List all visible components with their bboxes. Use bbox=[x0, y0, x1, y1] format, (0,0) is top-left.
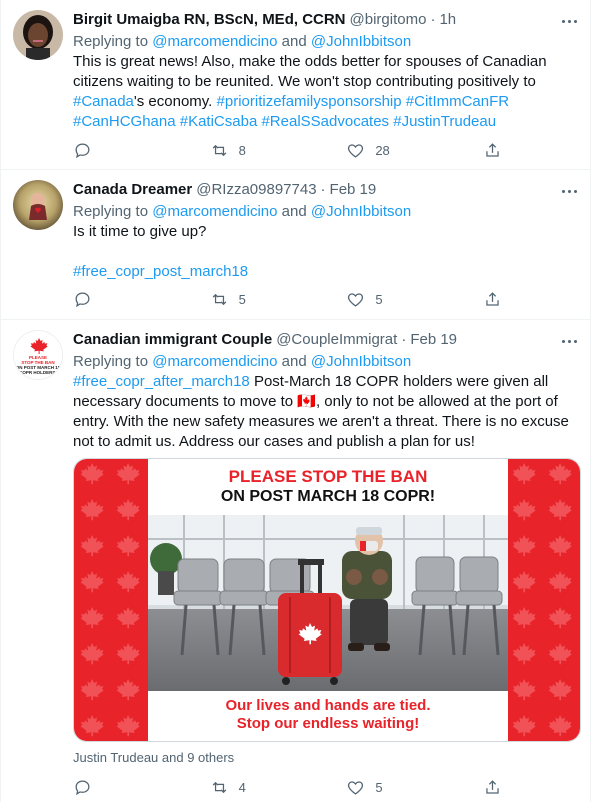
avatar[interactable] bbox=[13, 180, 63, 230]
replying-to: Replying to @marcomendicino and @JohnIbb… bbox=[73, 352, 580, 372]
tweet[interactable]: PLEASE STOP THE BAN ON POST MARCH 18 COP… bbox=[1, 320, 591, 802]
like-count: 5 bbox=[375, 291, 383, 307]
hashtag-link[interactable]: #CanHCGhana bbox=[73, 113, 176, 130]
share-icon bbox=[486, 779, 499, 794]
author-handle[interactable]: @birgitomo bbox=[350, 10, 427, 30]
author-name[interactable]: Canadian immigrant Couple bbox=[73, 330, 272, 350]
reply-button[interactable] bbox=[73, 290, 153, 309]
hashtag-link[interactable]: #KatiCsaba bbox=[180, 113, 258, 130]
retweet-button[interactable]: 5 bbox=[210, 290, 290, 309]
tweet[interactable]: Birgit Umaigba RN, BScN, MEd, CCRN @birg… bbox=[1, 0, 591, 170]
like-button[interactable]: 5 bbox=[346, 778, 426, 797]
share-button[interactable] bbox=[483, 290, 503, 309]
like-count: 5 bbox=[375, 779, 383, 795]
tweet-text: Is it time to give up? bbox=[73, 223, 207, 240]
retweet-count: 5 bbox=[238, 291, 246, 307]
separator-dot: · bbox=[401, 331, 407, 348]
hashtag-link[interactable]: #JustinTrudeau bbox=[393, 113, 496, 130]
canada-flag-emoji: 🇨🇦 bbox=[297, 393, 316, 410]
timestamp[interactable]: 1h bbox=[439, 10, 456, 30]
tweet-text-hashtag-line: #free_copr_post_march18 bbox=[73, 262, 580, 282]
replying-prefix: Replying to bbox=[73, 33, 153, 50]
reply-button[interactable] bbox=[73, 778, 153, 797]
like-button[interactable]: 5 bbox=[346, 290, 426, 309]
tweet-image[interactable]: PLEASE STOP THE BAN ON POST MARCH 18 COP… bbox=[73, 458, 581, 742]
retweet-count: 8 bbox=[238, 142, 246, 158]
retweet-count: 4 bbox=[238, 779, 246, 795]
author-handle[interactable]: @RIzza09897743 bbox=[196, 180, 316, 200]
retweet-icon bbox=[212, 144, 226, 156]
separator-dot: · bbox=[320, 181, 326, 198]
like-icon bbox=[348, 780, 364, 795]
poster-title-line1: PLEASE STOP THE BAN bbox=[228, 467, 428, 486]
replying-to: Replying to @marcomendicino and @JohnIbb… bbox=[73, 32, 580, 52]
like-icon bbox=[348, 292, 364, 307]
mention-link[interactable]: @JohnIbbitson bbox=[311, 33, 411, 50]
retweet-button[interactable]: 8 bbox=[210, 141, 290, 160]
mention-link[interactable]: @JohnIbbitson bbox=[311, 353, 411, 370]
author-name[interactable]: Birgit Umaigba RN, BScN, MEd, CCRN bbox=[73, 10, 346, 30]
retweet-button[interactable]: 4 bbox=[210, 778, 290, 797]
retweet-icon bbox=[212, 781, 226, 793]
action-bar: 8 28 bbox=[73, 140, 503, 160]
poster-caption-line2: Stop our endless waiting! bbox=[236, 715, 420, 732]
replying-and: and bbox=[277, 353, 311, 370]
share-button[interactable] bbox=[483, 141, 503, 160]
replying-and: and bbox=[277, 203, 311, 220]
tweet-text-part: This is great news! Also, make the odds … bbox=[73, 53, 547, 90]
reply-button[interactable] bbox=[73, 141, 153, 160]
tweet-text: #free_copr_after_march18 Post-March 18 C… bbox=[73, 372, 580, 452]
mention-link[interactable]: @marcomendicino bbox=[152, 353, 277, 370]
avatar-text: COPR HOLDERS! bbox=[19, 370, 57, 375]
share-button[interactable] bbox=[483, 778, 503, 797]
tweet-text-part: 's economy. bbox=[133, 93, 217, 110]
social-context[interactable]: Justin Trudeau and 9 others bbox=[73, 750, 234, 766]
tweet-text: This is great news! Also, make the odds … bbox=[73, 52, 580, 132]
replying-prefix: Replying to bbox=[73, 203, 153, 220]
retweet-icon bbox=[212, 293, 226, 305]
reply-icon bbox=[75, 292, 90, 307]
hashtag-link[interactable]: #RealSSadvocates bbox=[261, 113, 389, 130]
avatar[interactable] bbox=[13, 10, 63, 60]
hashtag-link[interactable]: #free_copr_post_march18 bbox=[73, 263, 248, 280]
share-icon bbox=[486, 291, 499, 306]
replying-prefix: Replying to bbox=[73, 353, 153, 370]
poster-caption: Our lives and hands are tied. Stop our e… bbox=[148, 697, 508, 733]
timestamp[interactable]: Feb 19 bbox=[410, 330, 457, 350]
like-button[interactable]: 28 bbox=[346, 141, 426, 160]
poster-caption-line1: Our lives and hands are tied. bbox=[225, 697, 431, 714]
action-bar: 5 5 bbox=[73, 289, 503, 309]
like-icon bbox=[348, 143, 364, 158]
tweet-feed: Birgit Umaigba RN, BScN, MEd, CCRN @birg… bbox=[0, 0, 591, 802]
tweet[interactable]: Canada Dreamer @RIzza09897743 · Feb 19 R… bbox=[1, 170, 591, 320]
poster-title: PLEASE STOP THE BAN ON POST MARCH 18 COP… bbox=[148, 467, 508, 507]
mention-link[interactable]: @marcomendicino bbox=[152, 33, 277, 50]
replying-to: Replying to @marcomendicino and @JohnIbb… bbox=[73, 202, 580, 222]
reply-icon bbox=[75, 143, 90, 158]
timestamp[interactable]: Feb 19 bbox=[330, 180, 377, 200]
reply-icon bbox=[75, 780, 90, 795]
hashtag-link[interactable]: #free_copr_after_march18 bbox=[73, 373, 250, 390]
poster-title-line2: ON POST MARCH 18 COPR! bbox=[220, 488, 436, 505]
share-icon bbox=[486, 142, 499, 157]
mention-link[interactable]: @JohnIbbitson bbox=[311, 203, 411, 220]
hashtag-link[interactable]: #Canada bbox=[73, 93, 134, 110]
avatar[interactable]: PLEASE STOP THE BAN ON POST MARCH 18 COP… bbox=[13, 330, 63, 380]
like-count: 28 bbox=[375, 142, 390, 158]
mention-link[interactable]: @marcomendicino bbox=[152, 203, 277, 220]
separator-dot: · bbox=[430, 11, 436, 28]
author-name[interactable]: Canada Dreamer bbox=[73, 180, 192, 200]
replying-and: and bbox=[277, 33, 311, 50]
hashtag-link[interactable]: #prioritizefamilysponsorship bbox=[217, 93, 402, 110]
hashtag-link[interactable]: #CitImmCanFR bbox=[406, 93, 509, 110]
action-bar: 4 5 bbox=[73, 777, 503, 797]
author-handle[interactable]: @CoupleImmigrat bbox=[276, 330, 397, 350]
